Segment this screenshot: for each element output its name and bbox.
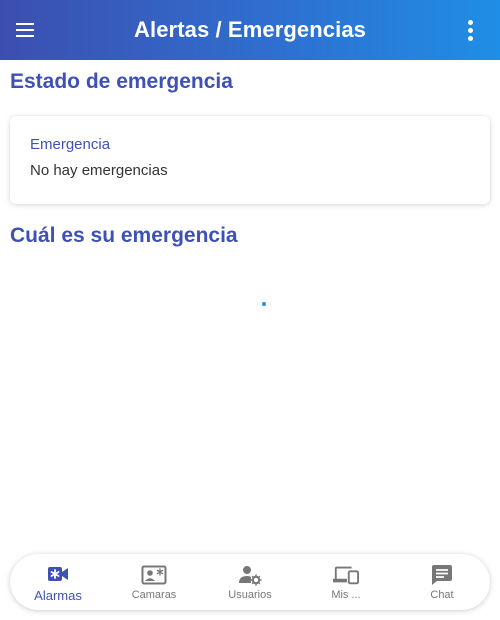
emergency-status-title: Estado de emergencia [10,70,233,93]
page-title: Alertas / Emergencias [134,17,366,42]
more-vert-icon[interactable] [460,18,480,42]
app-bar: Alertas / Emergencias [0,0,500,60]
nav-item-mis-dispositivos[interactable]: Mis ... [298,554,394,610]
nav-item-usuarios[interactable]: Usuarios [202,554,298,610]
nav-label-mis: Mis ... [331,589,361,601]
camera-card-icon [141,563,167,587]
video-alarm-icon [45,562,71,586]
menu-icon[interactable] [16,19,38,41]
emergency-label: Emergencia [30,136,111,153]
emergency-question-title: Cuál es su emergencia [10,224,238,247]
chat-icon [429,563,455,587]
nav-label-camaras: Camaras [131,589,177,601]
user-settings-icon [237,563,263,587]
nav-label-alarmas: Alarmas [34,587,82,603]
loading-spinner-icon [262,302,266,306]
nav-label-usuarios: Usuarios [228,589,272,601]
emergency-value: No hay emergencias [30,162,168,179]
nav-label-chat: Chat [430,589,454,601]
bottom-navigation: Alarmas Camaras Usuarios Mis ... Chat [10,554,490,610]
nav-item-camaras[interactable]: Camaras [106,554,202,610]
nav-item-chat[interactable]: Chat [394,554,490,610]
nav-item-alarmas[interactable]: Alarmas [10,554,106,610]
devices-icon [333,563,359,587]
emergency-status-card: Emergencia No hay emergencias [10,116,490,204]
